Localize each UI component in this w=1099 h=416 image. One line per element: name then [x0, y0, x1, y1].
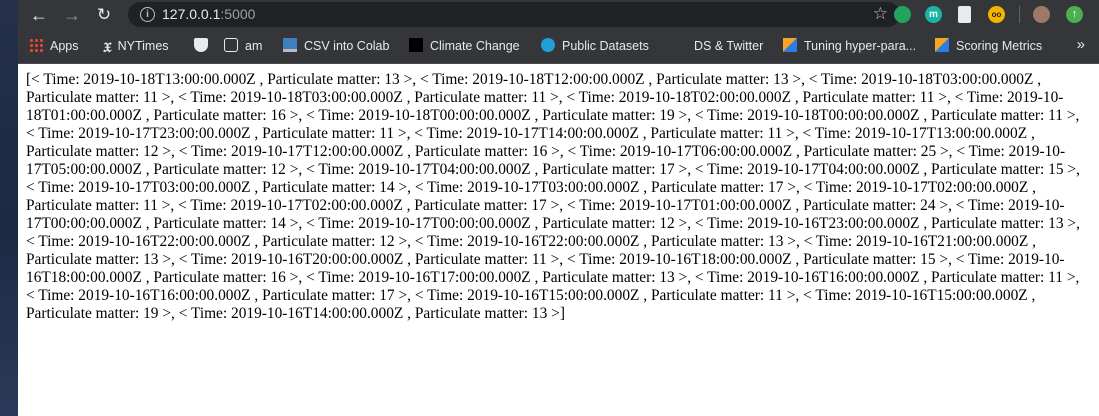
bookmark-scoring-label: Scoring Metrics [956, 39, 1043, 53]
bookmark-tuning-label: Tuning hyper-para... [804, 39, 917, 53]
bookmark-datasets[interactable]: Public Datasets [541, 38, 649, 54]
extension-m-icon[interactable]: m [925, 6, 942, 23]
url-port: :5000 [220, 6, 256, 22]
extension-green-chat-icon[interactable] [894, 6, 911, 23]
shield-logo-icon [194, 38, 208, 52]
profile-avatar[interactable] [1033, 6, 1050, 23]
bookmark-tuning[interactable]: Tuning hyper-para... [783, 38, 916, 54]
site-info-icon[interactable]: i [140, 7, 155, 22]
update-arrow-icon[interactable]: ↑ [1066, 6, 1083, 23]
bookmark-climate-label: Climate Change [430, 39, 520, 53]
desktop-background [0, 0, 18, 416]
bookmark-shield[interactable] [194, 38, 215, 54]
page-body-text: [< Time: 2019-10-18T13:00:00.000Z , Part… [26, 71, 1080, 322]
extension-oo-icon[interactable]: oo [988, 6, 1005, 23]
bookmark-csv-colab-label: CSV into Colab [304, 39, 390, 53]
scoring-logo-icon [935, 38, 949, 52]
url-host: 127.0.0.1 [162, 6, 221, 22]
am-logo-icon [224, 38, 238, 52]
ext4-label: oo [991, 10, 1002, 19]
back-arrow-icon[interactable]: ← [28, 4, 50, 26]
bookmark-climate[interactable]: Climate Change [409, 38, 520, 54]
ext2-label: m [929, 9, 938, 20]
url-text[interactable]: 127.0.0.1:5000 [162, 6, 255, 22]
bookmarks-overflow-chevron-icon[interactable]: » [1077, 36, 1085, 53]
forward-arrow-icon[interactable]: → [61, 4, 83, 26]
apps-grid-icon [29, 38, 43, 52]
bookmark-ds-twitter[interactable]: DS & Twitter [694, 38, 763, 54]
bookmark-ds-twitter-label: DS & Twitter [694, 39, 764, 53]
bookmark-scoring[interactable]: Scoring Metrics [935, 38, 1042, 54]
bookmark-datasets-label: Public Datasets [562, 39, 649, 53]
tuning-logo-icon [783, 38, 797, 52]
datasets-logo-icon [541, 38, 555, 52]
toolbar-separator [1019, 6, 1020, 23]
bookmark-nytimes-label: NYTimes [117, 39, 169, 53]
browser-window: ← → ↻ i 127.0.0.1:5000 ☆ m oo ↑ Apps 𝔛 NY… [18, 0, 1099, 416]
bookmark-am[interactable]: am [224, 38, 262, 54]
monitor-icon [283, 38, 297, 52]
bookmark-nytimes[interactable]: 𝔛 NYTimes [103, 38, 169, 56]
browser-toolbar: ← → ↻ i 127.0.0.1:5000 ☆ m oo ↑ [18, 0, 1099, 29]
nytimes-logo-icon: 𝔛 [103, 41, 112, 56]
reload-icon[interactable]: ↻ [93, 4, 115, 26]
bookmark-am-label: am [245, 39, 263, 53]
bookmark-apps-label: Apps [50, 39, 79, 53]
bookmark-apps[interactable]: Apps [29, 38, 79, 54]
extension-document-icon[interactable] [958, 6, 971, 23]
address-bar[interactable]: i 127.0.0.1:5000 ☆ [128, 2, 900, 27]
bookmark-star-icon[interactable]: ☆ [873, 4, 888, 24]
climate-square-icon [409, 38, 423, 52]
bookmark-csv-colab[interactable]: CSV into Colab [283, 38, 389, 54]
bookmarks-bar: Apps 𝔛 NYTimes am CSV into Colab Climate … [18, 29, 1099, 64]
